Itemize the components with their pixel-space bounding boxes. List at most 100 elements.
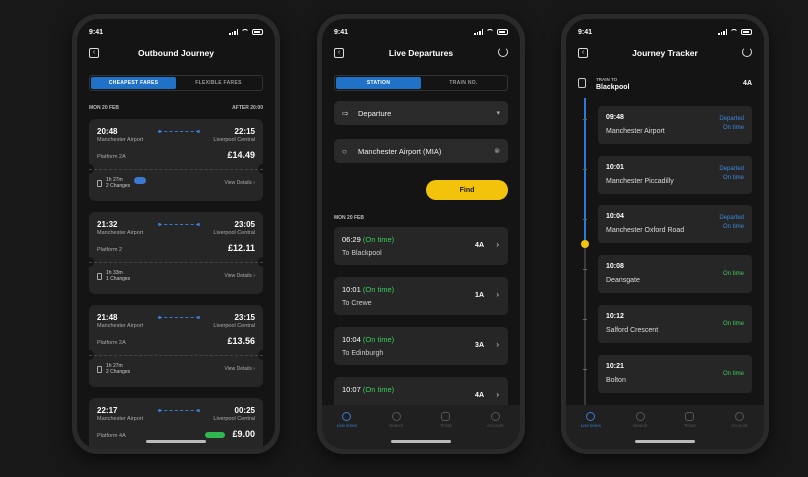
- status-bar: 9:41: [334, 27, 508, 37]
- departure-row[interactable]: 10:04 (On time) To Edinburgh 3A ›: [334, 327, 508, 365]
- header: ‹ Journey Tracker: [576, 45, 754, 61]
- journey-card[interactable]: 20:48 22:15 Manchester Airport Liverpool C…: [84, 119, 268, 201]
- segment-cheapest-fares[interactable]: CHEAPEST FARES: [91, 77, 176, 89]
- back-icon[interactable]: ‹: [334, 48, 344, 58]
- changes: 2 Changes: [106, 369, 131, 375]
- route-line: [158, 130, 200, 133]
- view-details-link[interactable]: View Details ›: [225, 180, 255, 186]
- train-header: TRAIN TO Blackpool 4A: [578, 75, 752, 93]
- home-indicator: [635, 440, 695, 443]
- tab-live-times[interactable]: Live times: [332, 412, 362, 449]
- changes: 2 Changes: [106, 183, 131, 189]
- fare-segmented-control: CHEAPEST FARES FLEXIBLE FARES: [89, 75, 263, 91]
- fare-badge: [134, 176, 146, 184]
- departure-time: 10:07: [342, 385, 361, 394]
- view-details-link[interactable]: View Details ›: [225, 273, 255, 279]
- departure-row[interactable]: 06:29 (On time) To Blackpool 4A ›: [334, 227, 508, 265]
- train-icon: [578, 78, 586, 88]
- stop-name: Manchester Oxford Road: [606, 227, 685, 234]
- departure-destination: To Crewe: [342, 300, 372, 307]
- departure-status: (On time): [362, 385, 395, 394]
- refresh-icon[interactable]: [498, 47, 508, 57]
- stop-card[interactable]: 10:12 Salford Crescent On time: [598, 305, 752, 343]
- journey-card[interactable]: 21:48 23:15 Manchester Airport Liverpool C…: [84, 305, 268, 387]
- departure-time: 10:04: [342, 335, 361, 344]
- stop-time: 09:48: [606, 114, 624, 121]
- fare-price: £13.56: [227, 336, 255, 346]
- tab-account[interactable]: Account: [480, 412, 510, 449]
- stop-name: Manchester Piccadilly: [606, 178, 674, 185]
- destination-station: Liverpool Central: [213, 137, 255, 143]
- stop-name: Deansgate: [606, 277, 640, 284]
- clear-icon[interactable]: ⊗: [494, 147, 500, 155]
- tab-search[interactable]: Search: [625, 412, 655, 449]
- battery-icon: [252, 29, 263, 35]
- divider: [89, 355, 263, 356]
- header: ‹ Live Departures: [332, 45, 510, 61]
- find-button[interactable]: Find: [426, 180, 508, 200]
- chevron-down-icon: ▾: [496, 110, 500, 117]
- search-mode-segmented-control: STATION TRAIN NO.: [334, 75, 508, 91]
- stop-status: On time: [722, 321, 744, 327]
- wifi-icon: [241, 29, 249, 35]
- back-icon[interactable]: ‹: [89, 48, 99, 58]
- departure-select[interactable]: ⇨ Departure ▾: [334, 101, 508, 125]
- tab-ticket[interactable]: Ticket: [431, 412, 461, 449]
- stop-card[interactable]: 10:21 Bolton On time: [598, 355, 752, 393]
- status-time: 9:41: [334, 28, 349, 36]
- screen: 9:41 ‹ Journey Tracker TRAIN TO Blackpoo…: [566, 19, 764, 449]
- departure-platform: 4A: [475, 242, 484, 249]
- arrival-time: 23:05: [234, 220, 255, 229]
- tab-live-times[interactable]: Live times: [576, 412, 606, 449]
- stop-time: 10:01: [606, 164, 624, 171]
- train-destination: Blackpool: [596, 84, 630, 91]
- arrival-time: 00:25: [234, 406, 255, 415]
- departure-time: 20:48: [97, 127, 118, 136]
- departure-row[interactable]: 10:01 (On time) To Crewe 1A ›: [334, 277, 508, 315]
- signal-icon: [229, 29, 238, 35]
- station-search-input[interactable]: ○ Manchester Airport (MIA) ⊗: [334, 139, 508, 163]
- fare-price: £12.11: [227, 243, 255, 253]
- refresh-icon[interactable]: [742, 47, 752, 57]
- segment-flexible-fares[interactable]: FLEXIBLE FARES: [176, 77, 261, 89]
- arrival-time: 23:15: [234, 313, 255, 322]
- stop-card[interactable]: 10:08 Deansgate On time: [598, 255, 752, 293]
- stop-name: Manchester Airport: [606, 128, 665, 135]
- tab-ticket[interactable]: Ticket: [675, 412, 705, 449]
- battery-icon: [741, 29, 752, 35]
- departure-time: 21:32: [97, 220, 118, 229]
- progress-track-completed: [584, 98, 586, 245]
- account-icon: [734, 412, 744, 421]
- stop-card[interactable]: 10:04 Manchester Oxford Road Departed On …: [598, 205, 752, 243]
- clock-icon: [342, 412, 352, 421]
- tab-search[interactable]: Search: [381, 412, 411, 449]
- departure-time: 10:01: [342, 285, 361, 294]
- phone-journey-tracker: 9:41 ‹ Journey Tracker TRAIN TO Blackpoo…: [561, 14, 769, 454]
- screen: 9:41 ‹ Outbound Journey CHEAPEST FARES F…: [77, 19, 275, 449]
- tab-account[interactable]: Account: [724, 412, 754, 449]
- stop-status: Departed On time: [719, 215, 744, 230]
- divider: [89, 169, 263, 170]
- departure-time: 06:29: [342, 235, 361, 244]
- header: ‹ Outbound Journey: [87, 45, 265, 61]
- stop-time: 10:12: [606, 313, 624, 320]
- search-icon: [391, 412, 401, 421]
- stop-card[interactable]: 10:01 Manchester Piccadilly Departed On t…: [598, 156, 752, 194]
- fare-badge: [205, 432, 225, 438]
- stop-status: Departed On time: [719, 116, 744, 131]
- departure-destination: To Blackpool: [342, 250, 382, 257]
- destination-station: Liverpool Central: [213, 230, 255, 236]
- stop-card[interactable]: 09:48 Manchester Airport Departed On time: [598, 106, 752, 144]
- departure-status: (On time): [362, 335, 395, 344]
- segment-train-no[interactable]: TRAIN NO.: [421, 77, 506, 89]
- back-icon[interactable]: ‹: [578, 48, 588, 58]
- train-icon: [97, 272, 102, 280]
- destination-station: Liverpool Central: [213, 323, 255, 329]
- segment-station[interactable]: STATION: [336, 77, 421, 89]
- departure-status: (On time): [362, 285, 395, 294]
- departure-select-value: Departure: [358, 108, 392, 118]
- signal-icon: [474, 29, 483, 35]
- progress-track-remaining: [584, 245, 586, 425]
- view-details-link[interactable]: View Details ›: [225, 366, 255, 372]
- journey-card[interactable]: 21:32 23:05 Manchester Airport Liverpool C…: [84, 212, 268, 294]
